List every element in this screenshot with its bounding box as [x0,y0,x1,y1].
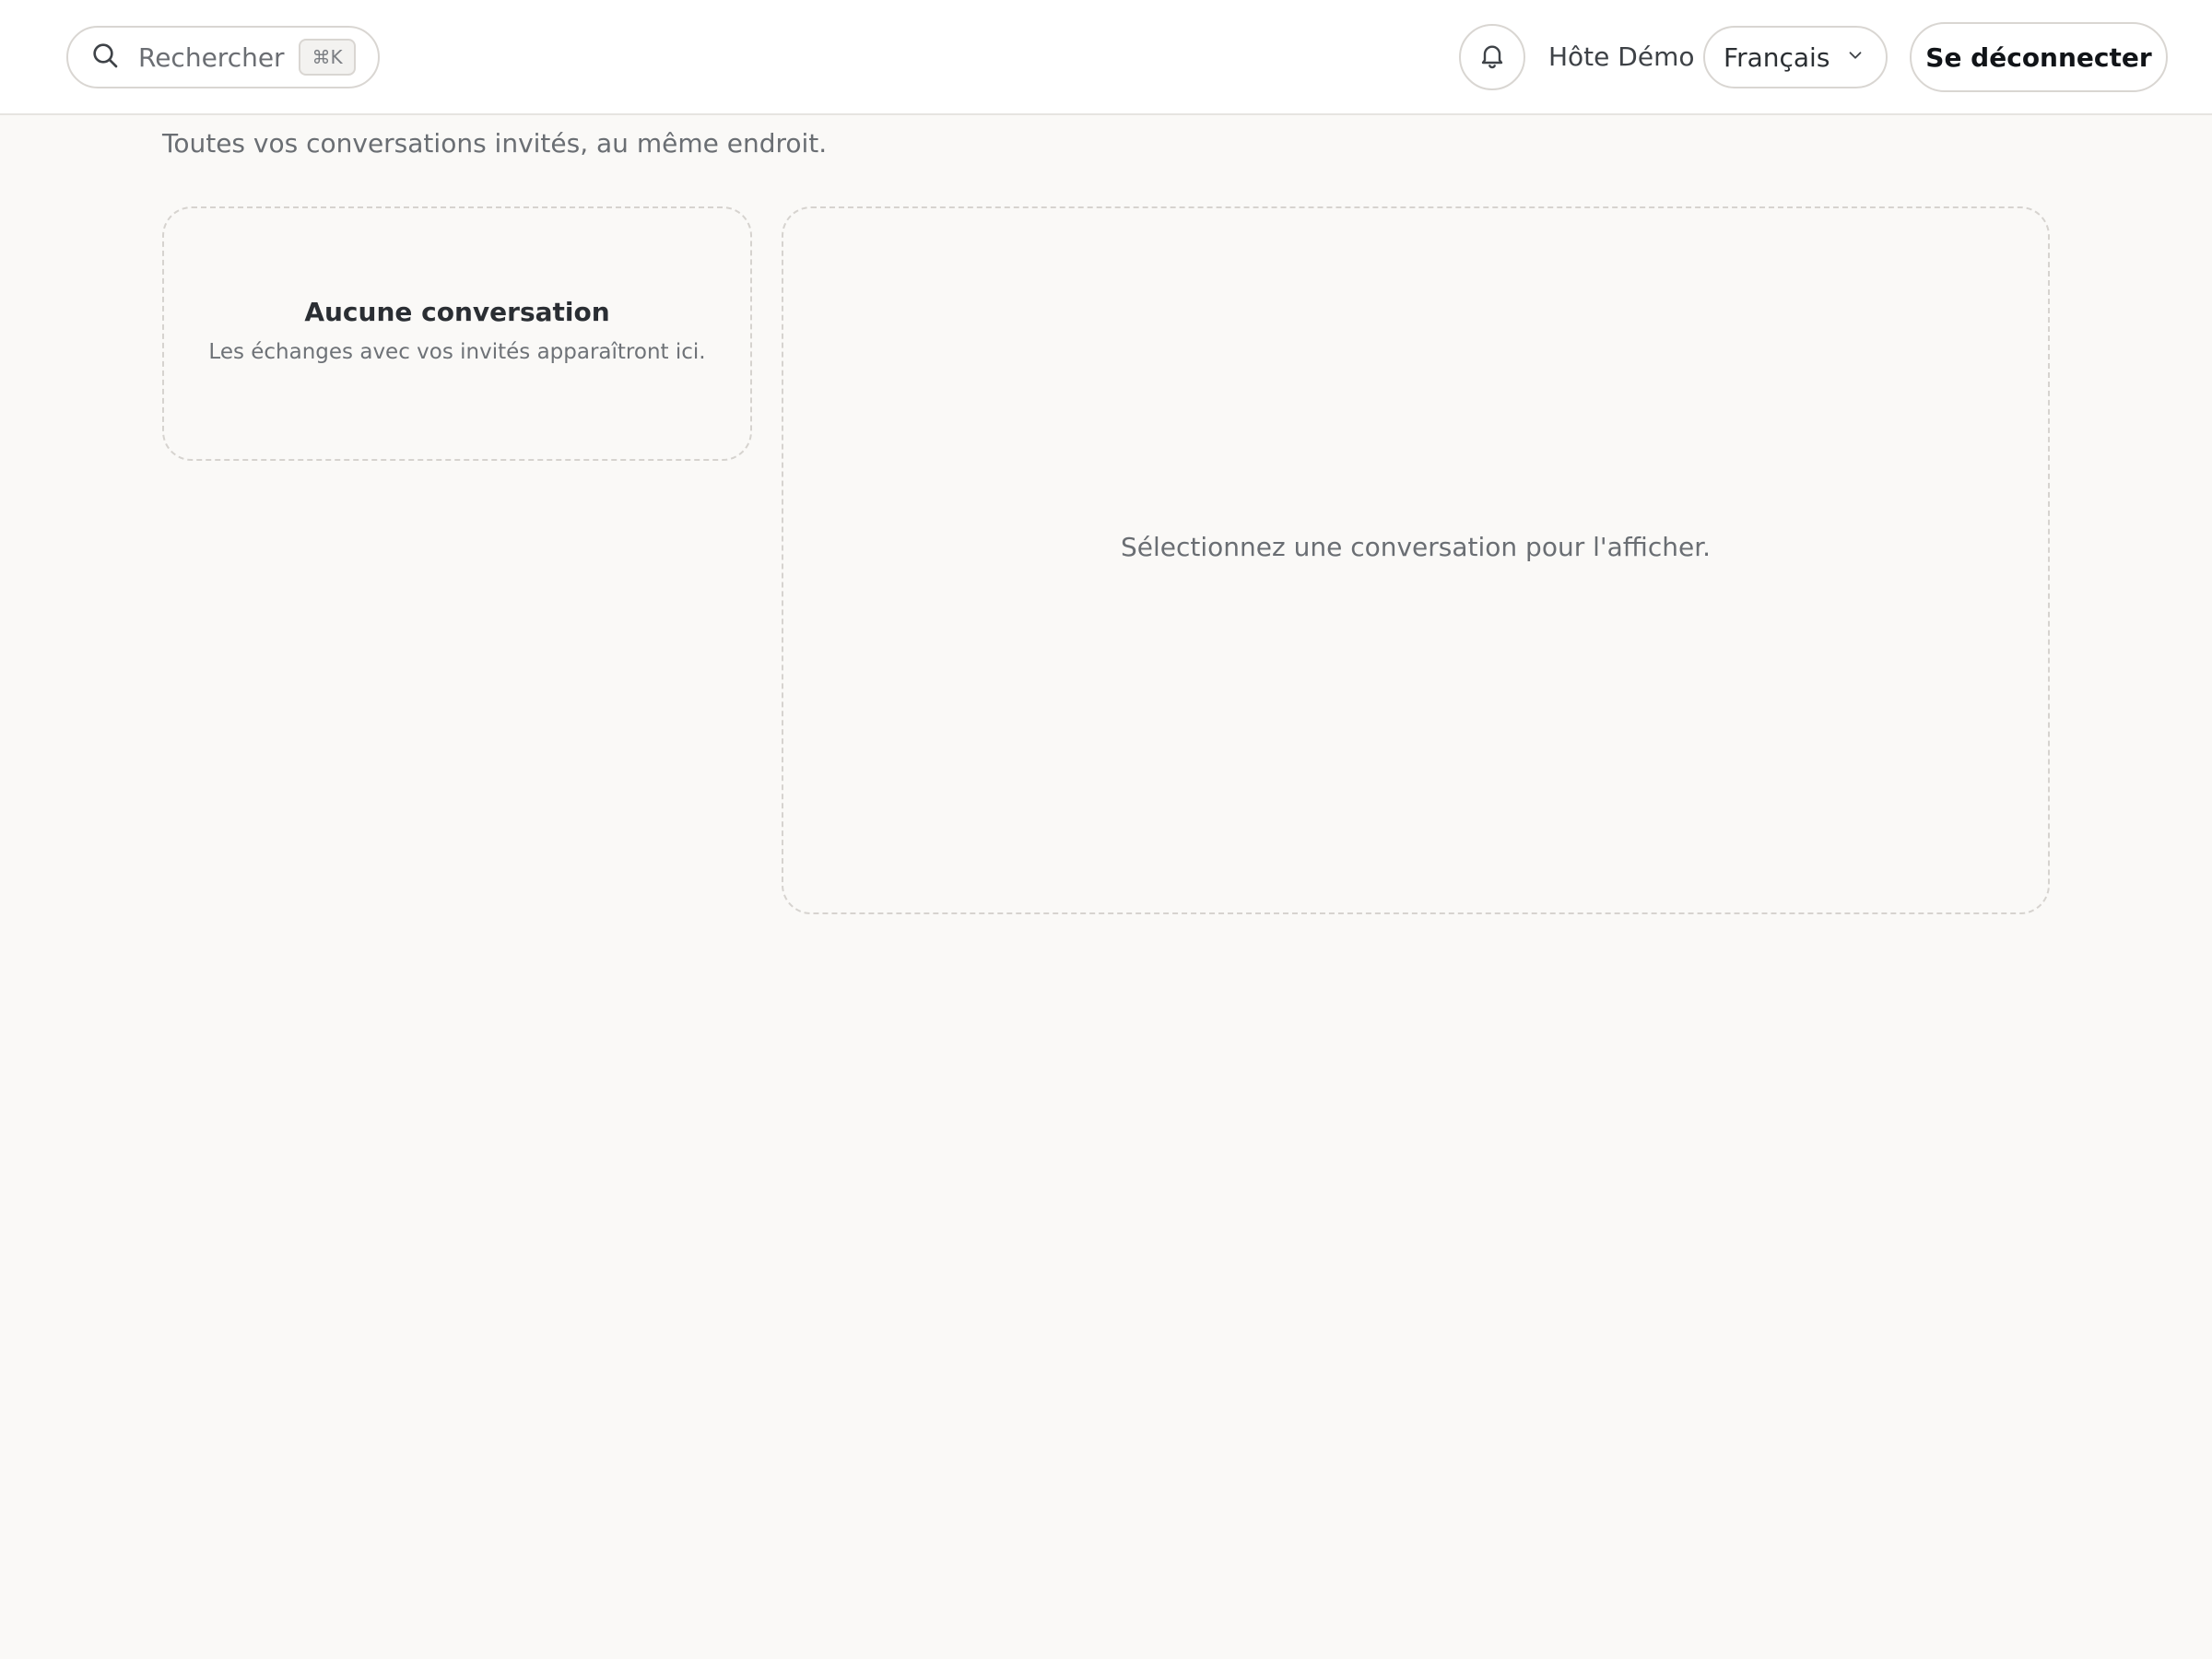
search-icon [90,41,120,74]
search-placeholder: Rechercher [138,41,285,73]
logout-button[interactable]: Se déconnecter [1910,22,2168,92]
search-bar[interactable]: Rechercher ⌘K [66,26,380,88]
empty-state-description: Les échanges avec vos invités apparaîtro… [208,339,706,364]
empty-state-title: Aucune conversation [304,296,610,327]
user-name: Hôte Démo [1548,41,1695,72]
language-selected-value: Français [1724,41,1830,73]
conversation-list-panel: Aucune conversation Les échanges avec vo… [162,206,752,461]
notifications-button[interactable] [1459,24,1525,90]
top-bar: Rechercher ⌘K Hôte Démo Français Se déco… [0,0,2212,115]
language-select[interactable]: Français [1703,26,1888,88]
conversation-detail-panel: Sélectionnez une conversation pour l'aff… [782,206,2050,914]
detail-placeholder-text: Sélectionnez une conversation pour l'aff… [1120,531,1712,562]
page-subtitle: Toutes vos conversations invités, au mêm… [162,128,828,159]
shortcut-badge: ⌘K [299,39,356,76]
bell-icon [1477,41,1507,74]
chevron-down-icon [1845,45,1886,69]
